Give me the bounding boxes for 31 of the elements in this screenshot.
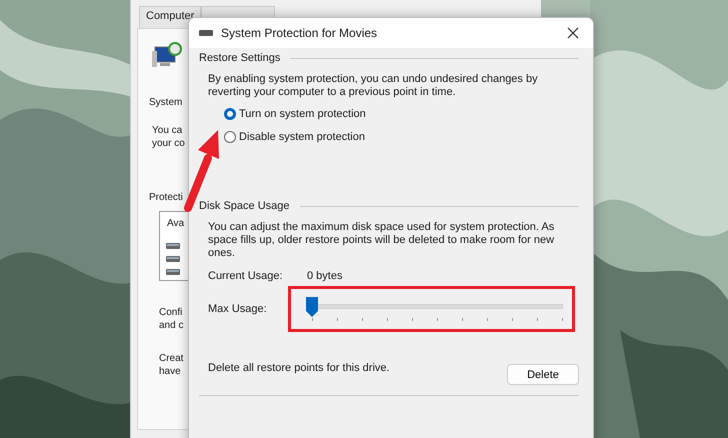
description-text: Creat — [159, 353, 184, 364]
usage-slider[interactable] — [307, 297, 563, 321]
slider-thumb[interactable] — [306, 297, 318, 317]
close-icon[interactable] — [567, 27, 579, 39]
radio-button[interactable] — [224, 108, 236, 120]
section-heading: Restore Settings — [199, 52, 280, 64]
group-label: Protecti — [149, 192, 183, 203]
radio-option[interactable]: Turn on system protection — [224, 108, 579, 120]
description-text: By enabling system protection, you can undo undesired changes by reverting your computer to a previous point in time. — [208, 73, 539, 99]
description-text: You ca — [152, 125, 182, 136]
description-text: Delete all restore points for this drive. — [208, 362, 390, 374]
drive-icon — [166, 269, 180, 275]
drive-icon — [199, 30, 213, 36]
description-text: Confi — [159, 307, 182, 318]
drive-icon — [166, 256, 180, 262]
column-header: Ava — [167, 218, 184, 229]
description-text: You can adjust the maximum disk space used for system protection. As space fills up, older restore points will be deleted to make room for new ones. — [208, 221, 556, 260]
window-title: System Protection for Movies — [221, 26, 378, 40]
label-text: System — [149, 97, 182, 108]
radio-button[interactable] — [224, 131, 236, 143]
delete-button[interactable]: Delete — [507, 364, 579, 385]
radio-option[interactable]: Disable system protection — [224, 131, 579, 143]
description-text: have — [159, 366, 181, 377]
usage-value: 0 bytes — [307, 270, 342, 282]
field-label: Max Usage: — [208, 303, 268, 315]
field-label: Current Usage: — [208, 270, 284, 282]
section-heading: Disk Space Usage — [199, 200, 290, 212]
description-text: and c — [159, 320, 184, 331]
tab[interactable]: Computer — [139, 6, 202, 28]
drive-icon — [166, 243, 180, 249]
description-text: your co — [152, 138, 185, 149]
